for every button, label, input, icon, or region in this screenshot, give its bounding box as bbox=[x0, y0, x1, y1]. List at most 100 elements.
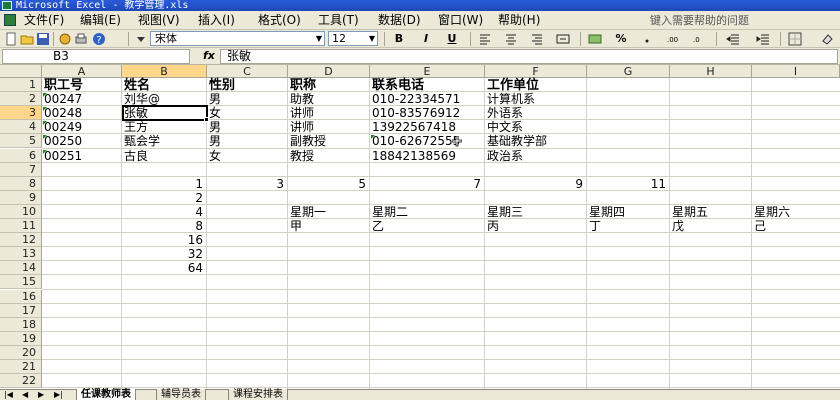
weekday-cell[interactable]: 星期五 bbox=[670, 205, 752, 220]
row-header-6[interactable]: 6 bbox=[0, 148, 42, 163]
column-title-cell[interactable]: 联系电话 bbox=[370, 78, 485, 93]
number-cell[interactable]: 4 bbox=[122, 205, 207, 220]
table-cell[interactable]: 010-22334571 bbox=[370, 92, 485, 107]
column-title-cell[interactable]: 职称 bbox=[288, 78, 370, 93]
menu-format[interactable]: 格式(O) bbox=[258, 13, 301, 28]
table-cell[interactable]: 计算机系 bbox=[485, 92, 587, 107]
align-right-icon[interactable] bbox=[530, 32, 544, 46]
number-cell[interactable]: 11 bbox=[587, 177, 670, 192]
column-title-cell[interactable]: 性别 bbox=[207, 78, 288, 93]
table-cell[interactable]: 女 bbox=[207, 106, 288, 121]
bold-button[interactable]: B bbox=[392, 31, 406, 47]
weekday-cell[interactable]: 星期三 bbox=[485, 205, 587, 220]
last-sheet-arrow-icon[interactable]: ▶| bbox=[54, 390, 63, 400]
column-header-i[interactable]: I bbox=[752, 65, 840, 78]
column-title-cell[interactable]: 姓名 bbox=[122, 78, 207, 93]
weekday-cell[interactable]: 星期六 bbox=[752, 205, 840, 220]
table-cell[interactable]: 00251 bbox=[42, 149, 122, 164]
help-icon[interactable]: ? bbox=[92, 32, 106, 46]
stem-cell[interactable]: 甲 bbox=[288, 219, 370, 234]
number-cell[interactable]: 5 bbox=[288, 177, 370, 192]
row-header-2[interactable]: 2 bbox=[0, 92, 42, 107]
merge-center-icon[interactable] bbox=[556, 32, 570, 46]
table-cell[interactable]: 基础教学部 bbox=[485, 134, 587, 149]
table-cell[interactable]: 讲师 bbox=[288, 106, 370, 121]
menu-help[interactable]: 帮助(H) bbox=[498, 13, 540, 28]
next-sheet-arrow-icon[interactable]: ▶ bbox=[38, 390, 44, 400]
weekday-cell[interactable]: 星期四 bbox=[587, 205, 670, 220]
spreadsheet-grid[interactable]: A B C D E F G H I 1 2 3 4 5 6 7 8 9 10 11 12 13 14 15 16 17 18 19 20… bbox=[0, 65, 840, 389]
weekday-cell[interactable]: 星期二 bbox=[370, 205, 485, 220]
borders-icon[interactable] bbox=[788, 32, 802, 46]
number-cell[interactable]: 2 bbox=[122, 191, 207, 206]
row-header-9[interactable]: 9 bbox=[0, 190, 42, 205]
column-header-f[interactable]: F bbox=[485, 65, 587, 78]
align-center-icon[interactable] bbox=[504, 32, 518, 46]
comma-style-icon[interactable] bbox=[640, 32, 654, 46]
name-box[interactable]: B3 bbox=[2, 49, 190, 64]
row-header-14[interactable]: 14 bbox=[0, 261, 42, 276]
table-cell[interactable]: 00250 bbox=[42, 134, 122, 149]
menu-file[interactable]: 文件(F) bbox=[24, 13, 64, 28]
increase-decimal-icon[interactable]: .00 bbox=[666, 32, 680, 46]
table-cell[interactable]: 18842138569 bbox=[370, 149, 485, 164]
column-header-c[interactable]: C bbox=[207, 65, 288, 78]
open-folder-icon[interactable] bbox=[20, 32, 34, 46]
menu-window[interactable]: 窗口(W) bbox=[438, 13, 483, 28]
column-title-cell[interactable]: 职工号 bbox=[42, 78, 122, 93]
percent-button[interactable]: % bbox=[614, 31, 628, 47]
number-cell[interactable]: 3 bbox=[207, 177, 288, 192]
formula-input[interactable]: 张敏 bbox=[220, 49, 838, 64]
table-cell[interactable]: 男 bbox=[207, 92, 288, 107]
row-header-1[interactable]: 1 bbox=[0, 78, 42, 93]
underline-button[interactable]: U bbox=[446, 31, 458, 47]
table-cell[interactable]: 010-83576912 bbox=[370, 106, 485, 121]
insert-function-button[interactable]: fx bbox=[203, 49, 215, 62]
sheet-tab-2[interactable]: 辅导员表 bbox=[156, 389, 206, 400]
first-sheet-arrow-icon[interactable]: |◀ bbox=[4, 390, 13, 400]
row-header-19[interactable]: 19 bbox=[0, 331, 42, 346]
table-cell[interactable]: 00249 bbox=[42, 120, 122, 135]
table-cell[interactable]: 女 bbox=[207, 149, 288, 164]
stem-cell[interactable]: 戊 bbox=[670, 219, 752, 234]
decrease-indent-icon[interactable] bbox=[726, 32, 740, 46]
italic-button[interactable]: I bbox=[420, 31, 432, 47]
toolbar-options-icon[interactable] bbox=[134, 32, 148, 46]
help-search-input[interactable]: 键入需要帮助的问题 bbox=[650, 13, 800, 28]
menu-tools[interactable]: 工具(T) bbox=[318, 13, 359, 28]
row-header-5[interactable]: 5 bbox=[0, 134, 42, 149]
column-title-cell[interactable]: 工作单位 bbox=[485, 78, 587, 93]
number-cell[interactable]: 64 bbox=[122, 261, 207, 276]
menu-edit[interactable]: 编辑(E) bbox=[80, 13, 121, 28]
row-header-3[interactable]: 3 bbox=[0, 106, 42, 121]
number-cell[interactable]: 8 bbox=[122, 219, 207, 234]
weekday-cell[interactable]: 星期一 bbox=[288, 205, 370, 220]
permission-icon[interactable] bbox=[58, 32, 72, 46]
column-header-e[interactable]: E bbox=[370, 65, 485, 78]
column-header-g[interactable]: G bbox=[587, 65, 670, 78]
select-all-corner[interactable] bbox=[0, 65, 42, 78]
font-size-select[interactable]: 12 ▼ bbox=[328, 31, 378, 46]
sheet-tab-3[interactable]: 课程安排表 bbox=[228, 389, 288, 400]
row-header-12[interactable]: 12 bbox=[0, 233, 42, 248]
column-header-b[interactable]: B bbox=[122, 65, 207, 78]
table-cell[interactable]: 00247 bbox=[42, 92, 122, 107]
decrease-decimal-icon[interactable]: .0 bbox=[692, 32, 706, 46]
row-header-15[interactable]: 15 bbox=[0, 275, 42, 290]
row-header-4[interactable]: 4 bbox=[0, 120, 42, 135]
column-header-h[interactable]: H bbox=[670, 65, 752, 78]
row-header-8[interactable]: 8 bbox=[0, 176, 42, 191]
table-cell[interactable]: 教授 bbox=[288, 149, 370, 164]
currency-icon[interactable] bbox=[588, 32, 602, 46]
align-left-icon[interactable] bbox=[478, 32, 492, 46]
stem-cell[interactable]: 己 bbox=[752, 219, 840, 234]
number-cell[interactable]: 7 bbox=[370, 177, 485, 192]
number-cell[interactable]: 9 bbox=[485, 177, 587, 192]
table-cell[interactable]: 古良 bbox=[122, 149, 207, 164]
document-icon[interactable] bbox=[4, 14, 16, 26]
row-header-18[interactable]: 18 bbox=[0, 317, 42, 332]
row-header-10[interactable]: 10 bbox=[0, 204, 42, 219]
row-header-7[interactable]: 7 bbox=[0, 162, 42, 177]
print-icon[interactable] bbox=[74, 32, 88, 46]
menu-insert[interactable]: 插入(I) bbox=[198, 13, 235, 28]
